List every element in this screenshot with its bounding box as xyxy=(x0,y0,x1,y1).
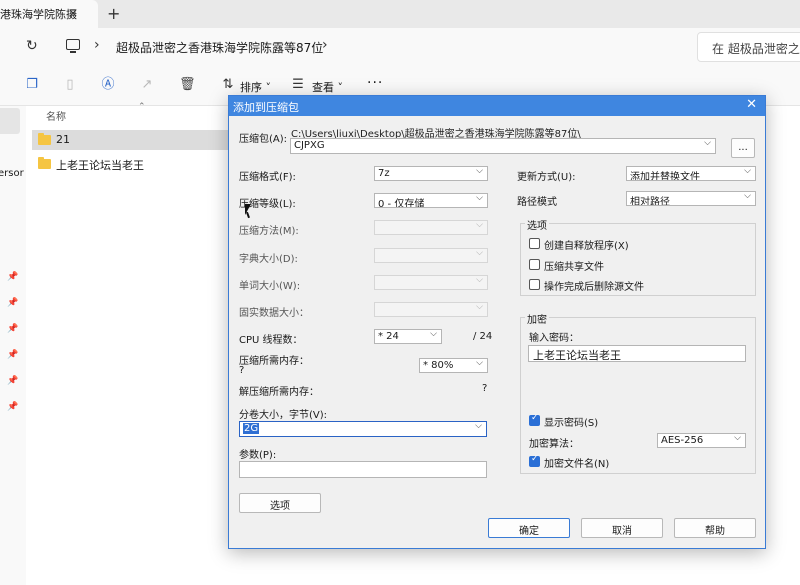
solid-select[interactable]: ⌵ xyxy=(374,302,488,317)
shared-checkbox[interactable] xyxy=(529,259,540,270)
nav-item-label[interactable]: ersor xyxy=(0,168,24,179)
password-input[interactable]: 上老王论坛当老王 xyxy=(528,345,746,362)
split-combo[interactable]: 2G ⌵ xyxy=(239,421,487,437)
split-label: 分卷大小，字节(V): xyxy=(239,410,328,421)
path-mode-label: 路径模式 xyxy=(517,197,557,208)
dict-select[interactable]: ⌵ xyxy=(374,248,488,263)
folder-icon xyxy=(38,157,51,169)
decomp-mem-value: ? xyxy=(482,383,488,394)
folder-icon xyxy=(38,133,51,145)
help-button[interactable]: 帮助 xyxy=(674,518,756,538)
view-icon: ☰ xyxy=(292,77,304,92)
cpu-select[interactable]: * 24 ⌵ xyxy=(374,329,442,344)
update-label: 更新方式(U): xyxy=(517,172,576,183)
tab-title: 港珠海学院陈摄 xyxy=(0,8,77,21)
this-pc-icon[interactable] xyxy=(66,39,80,53)
show-password-label[interactable]: 显示密码(S) xyxy=(544,414,598,429)
encryption-group-title: 加密 xyxy=(525,311,549,326)
word-select[interactable]: ⌵ xyxy=(374,275,488,290)
sort-icon: ⇅ xyxy=(222,77,234,92)
nav-item-selected[interactable] xyxy=(0,108,20,134)
pin-icon[interactable]: 📌 xyxy=(7,350,18,360)
close-icon[interactable]: × xyxy=(68,6,78,20)
archive-label: 压缩包(A): xyxy=(239,134,288,145)
dialog-title: 添加到压缩包 xyxy=(233,101,299,114)
list-item[interactable]: 21 xyxy=(32,130,228,150)
dialog-title-bar[interactable]: 添加到压缩包 ✕ xyxy=(229,96,765,116)
ok-button[interactable]: 确定 xyxy=(488,518,570,538)
encrypt-names-checkbox[interactable] xyxy=(529,454,540,467)
cpu-total: / 24 xyxy=(473,331,493,342)
share-icon[interactable]: ↗ xyxy=(140,78,154,92)
decomp-mem-label: 解压缩所需内存： xyxy=(239,387,319,398)
delete-label[interactable]: 操作完成后删除源文件 xyxy=(544,278,644,293)
address-bar: ↻ › 超极品泄密之香港珠海学院陈露等87位 › 在 超极品泄密之 xyxy=(0,28,800,66)
enc-method-label: 加密算法： xyxy=(529,439,579,450)
new-tab-icon[interactable]: + xyxy=(107,4,120,23)
sfx-label[interactable]: 创建自释放程序(X) xyxy=(544,237,629,252)
tab-current[interactable]: 港珠海学院陈摄 × xyxy=(0,0,98,28)
mem-select[interactable]: * 80% ⌵ xyxy=(419,358,488,373)
mouse-cursor-icon xyxy=(245,204,251,215)
show-password-checkbox[interactable] xyxy=(529,413,540,426)
sfx-checkbox[interactable] xyxy=(529,238,540,249)
pin-icon[interactable]: 📌 xyxy=(7,402,18,412)
solid-label: 固实数据大小： xyxy=(239,308,309,319)
delete-checkbox[interactable] xyxy=(529,279,540,290)
params-label: 参数(P): xyxy=(239,450,277,461)
pin-icon[interactable]: 📌 xyxy=(7,324,18,334)
archive-name-combo[interactable]: CJPXG ⌵ xyxy=(290,138,716,154)
cancel-button[interactable]: 取消 xyxy=(581,518,663,538)
sort-button[interactable]: 排序 ˅ xyxy=(240,79,271,95)
level-select[interactable]: 0 - 仅存储 ⌵ xyxy=(374,193,488,208)
options-group-title: 选项 xyxy=(525,217,549,232)
rename-icon[interactable]: Ⓐ xyxy=(101,78,115,92)
sort-up-icon: ⌃ xyxy=(138,102,146,112)
navigation-pane: ersor 📌 📌 📌 📌 📌 📌 xyxy=(0,106,26,585)
chevron-right-icon[interactable]: › xyxy=(322,37,328,53)
password-label: 输入密码： xyxy=(529,333,579,344)
options-button[interactable]: 选项 xyxy=(239,493,321,513)
copy-icon[interactable]: ❐ xyxy=(25,78,39,92)
cpu-label: CPU 线程数： xyxy=(239,335,303,346)
column-header-name[interactable]: 名称 xyxy=(46,108,66,123)
shared-label[interactable]: 压缩共享文件 xyxy=(544,258,604,273)
options-group: 选项 创建自释放程序(X) 压缩共享文件 操作完成后删除源文件 xyxy=(520,217,756,296)
browse-button[interactable]: ... xyxy=(731,138,755,158)
breadcrumb[interactable]: 超极品泄密之香港珠海学院陈露等87位 xyxy=(116,39,323,56)
close-icon[interactable]: ✕ xyxy=(746,97,757,112)
search-input[interactable]: 在 超极品泄密之 xyxy=(697,32,800,62)
params-input[interactable] xyxy=(239,461,487,478)
format-select[interactable]: 7z ⌵ xyxy=(374,166,488,181)
tab-bar: 港珠海学院陈摄 × + xyxy=(0,0,800,28)
pin-icon[interactable]: 📌 xyxy=(7,298,18,308)
method-select[interactable]: ⌵ xyxy=(374,220,488,235)
word-label: 单词大小(W): xyxy=(239,281,301,292)
paste-icon[interactable]: ▯ xyxy=(63,78,77,92)
encrypt-names-label[interactable]: 加密文件名(N) xyxy=(544,455,609,470)
path-mode-select[interactable]: 相对路径 ⌵ xyxy=(626,191,756,206)
mem-unknown: ? xyxy=(239,365,245,376)
view-button[interactable]: 查看 ˅ xyxy=(312,79,343,95)
delete-icon[interactable]: 🗑 xyxy=(179,78,196,92)
add-to-archive-dialog: 添加到压缩包 ✕ 压缩包(A): C:\Users\liuxi\Desktop\… xyxy=(228,95,766,549)
refresh-icon[interactable]: ↻ xyxy=(26,38,38,54)
more-button[interactable]: ··· xyxy=(367,75,383,91)
enc-method-select[interactable]: AES-256 ⌵ xyxy=(657,433,746,448)
format-label: 压缩格式(F): xyxy=(239,172,296,183)
update-select[interactable]: 添加并替换文件 ⌵ xyxy=(626,166,756,181)
mem-label: 压缩所需内存： xyxy=(239,356,309,367)
chevron-right-icon[interactable]: › xyxy=(94,37,100,53)
pin-icon[interactable]: 📌 xyxy=(7,272,18,282)
encryption-group: 加密 输入密码： 上老王论坛当老王 显示密码(S) 加密算法： AES-256⌵… xyxy=(520,311,756,474)
method-label: 压缩方法(M): xyxy=(239,226,299,237)
list-item[interactable]: 上老王论坛当老王 xyxy=(32,154,228,174)
dict-label: 字典大小(D): xyxy=(239,254,298,265)
pin-icon[interactable]: 📌 xyxy=(7,376,18,386)
